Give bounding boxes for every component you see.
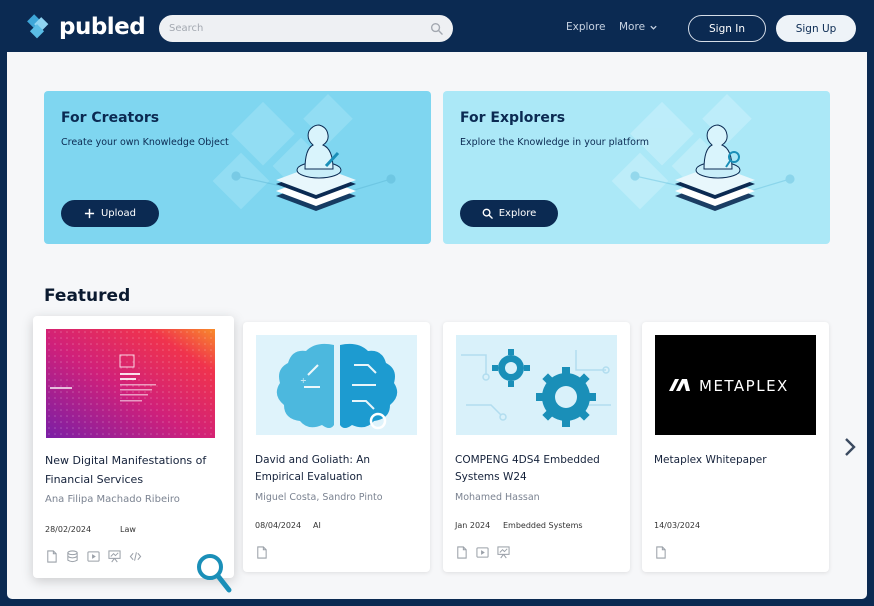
card-thumbnail [46,329,215,438]
upload-button-label: Upload [100,208,137,219]
card-thumbnail: METAPLEX [655,335,816,435]
publed-logo[interactable]: publed [21,11,146,43]
metaplex-thumb-text: METAPLEX [699,377,789,395]
database-icon [67,550,78,563]
search-bar[interactable] [159,15,453,42]
card-author: Ana Filipa Machado Ribeiro [45,494,180,505]
search-icon [482,208,493,219]
plus-icon [84,208,95,219]
sign-in-button[interactable]: Sign In [688,15,766,42]
upload-button[interactable]: Upload [61,200,159,227]
card-resource-icons [45,550,142,563]
card-title[interactable]: New Digital Manifestations of Financial … [45,451,225,489]
nav-explore-label: Explore [566,21,606,33]
sign-up-button[interactable]: Sign Up [776,15,856,42]
video-icon [476,547,489,558]
chevron-down-icon [650,25,657,30]
creators-title: For Creators [61,110,160,126]
featured-heading: Featured [44,286,131,306]
explorers-title: For Explorers [460,110,566,126]
nav-explore-link[interactable]: Explore [566,21,605,33]
card-thumbnail [456,335,617,435]
video-icon [87,551,100,562]
brand-name: publed [59,14,146,40]
card-author: Mohamed Hassan [455,492,540,503]
search-icon[interactable] [430,22,443,35]
code-icon [129,552,142,561]
card-resource-icons [255,546,268,559]
document-icon [457,546,467,559]
publed-logo-icon [27,14,49,39]
explore-button-label: Explore [498,208,537,219]
search-input[interactable] [169,23,430,34]
card-date: 14/03/2024 [654,521,701,530]
featured-card[interactable]: METAPLEX Metaplex Whitepaper 14/03/2024 [642,322,829,572]
nav-more-dropdown[interactable]: More [619,21,658,33]
card-date: 28/02/2024 [45,525,92,534]
explore-button[interactable]: Explore [460,200,558,227]
card-date: Jan 2024 [455,521,491,530]
explorers-promo-card: For Explorers Explore the Knowledge in y… [443,91,830,244]
card-title[interactable]: COMPENG 4DS4 Embedded Systems W24 [455,452,620,486]
magnifier-cursor-icon [197,554,232,593]
card-category: Embedded Systems [503,521,583,530]
card-author: Miguel Costa, Sandro Pinto [255,492,383,503]
app-frame: publed Explore More Sign In Sign Up [4,0,870,602]
creators-promo-card: For Creators Create your own Knowledge O… [44,91,431,244]
creators-subtitle: Create your own Knowledge Object [61,137,229,148]
document-icon [47,550,57,563]
featured-card[interactable]: COMPENG 4DS4 Embedded Systems W24 Mohame… [443,322,630,572]
featured-card[interactable]: New Digital Manifestations of Financial … [33,316,234,578]
card-date: 08/04/2024 [255,521,302,530]
featured-card[interactable]: ÷ David and Goliath: An Empirical Evalua… [243,322,430,572]
svg-text:÷: ÷ [300,376,307,385]
card-title[interactable]: David and Goliath: An Empirical Evaluati… [255,452,420,486]
explorers-illustration [611,93,795,211]
card-category: AI [313,521,321,530]
card-category: Law [120,525,136,534]
document-icon [656,546,666,559]
presentation-icon [108,550,121,563]
top-nav: publed Explore More Sign In Sign Up [7,0,867,52]
creators-illustration [212,93,396,211]
nav-more-label: More [619,21,646,33]
card-title[interactable]: Metaplex Whitepaper [654,452,819,469]
card-resource-icons [654,546,667,559]
card-resource-icons [455,546,510,559]
document-icon [257,546,267,559]
card-thumbnail: ÷ [256,335,417,435]
presentation-icon [497,546,510,559]
explorers-subtitle: Explore the Knowledge in your platform [460,137,649,148]
carousel-next-icon[interactable] [842,436,858,458]
